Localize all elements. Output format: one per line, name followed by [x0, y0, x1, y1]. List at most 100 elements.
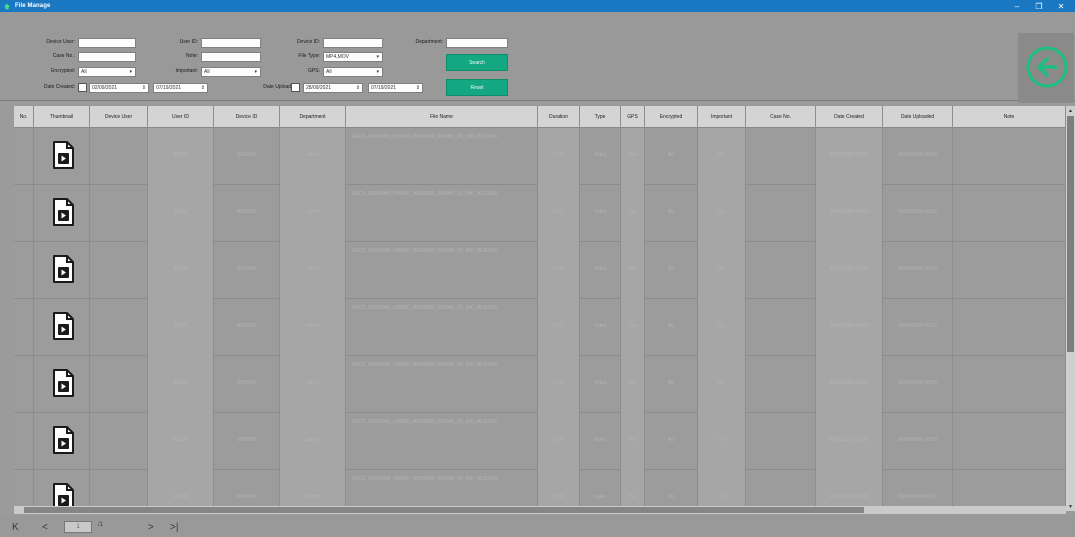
column-header[interactable]: Important — [698, 106, 746, 128]
video-file-icon[interactable] — [52, 312, 74, 340]
column-header[interactable]: No. — [14, 106, 34, 128]
table-cell: No — [645, 356, 698, 413]
table-cell — [90, 128, 148, 185]
important-text: 0.0 — [718, 494, 725, 500]
table-cell — [90, 413, 148, 470]
table-cell: 0:00 — [538, 242, 580, 299]
gps-text: Yes — [628, 380, 637, 386]
user-id-input[interactable] — [201, 38, 261, 48]
video-file-icon[interactable] — [52, 369, 74, 397]
department-text: admin — [305, 266, 320, 272]
column-header[interactable]: User ID — [148, 106, 214, 128]
table-cell: No — [645, 242, 698, 299]
table-cell: 0:00 — [538, 185, 580, 242]
first-page-button[interactable]: K — [12, 520, 19, 534]
table-row[interactable]: 00000 0000000 admin REC0_00000000_000000_00… — [14, 413, 1066, 470]
table-row[interactable]: 00000 0000000 admin REC0_00000000_000000_00… — [14, 242, 1066, 299]
table-cell: Yes — [621, 128, 645, 185]
table-cell: admin — [280, 242, 346, 299]
gps-text: Yes — [628, 152, 637, 158]
column-header[interactable]: Device ID — [214, 106, 280, 128]
back-button[interactable] — [1018, 33, 1074, 103]
video-file-icon[interactable] — [52, 426, 74, 454]
table-row[interactable]: 00000 0000000 admin REC0_00000000_000000_00… — [14, 128, 1066, 185]
table-cell: admin — [280, 128, 346, 185]
horizontal-scrollbar[interactable] — [14, 506, 1066, 514]
gps-select[interactable]: All ▾ — [323, 67, 383, 77]
horizontal-scroll-thumb[interactable] — [24, 507, 864, 513]
date-uploaded-to-picker[interactable]: 07/19/2021 ⇕ — [368, 83, 423, 93]
table-cell: REC0_00000000_000000_00000000_000000_00_… — [346, 128, 538, 185]
date-uploaded-from-picker[interactable]: 28/09/2021 ⇕ — [303, 83, 363, 93]
vertical-scrollbar[interactable]: ▲ ▼ — [1066, 106, 1075, 511]
gps-text: Yes — [628, 494, 637, 500]
maximize-button[interactable]: ❐ — [1030, 0, 1048, 12]
search-button[interactable]: Search — [446, 54, 508, 71]
table-cell: Yes — [621, 242, 645, 299]
last-page-button[interactable]: >| — [170, 520, 178, 534]
column-header[interactable]: File Name — [346, 106, 538, 128]
scroll-down-arrow-icon[interactable]: ▼ — [1066, 502, 1075, 511]
encrypted-select[interactable]: All ▾ — [78, 67, 136, 77]
column-header[interactable]: Device User — [90, 106, 148, 128]
table-cell: 0000000 — [214, 413, 280, 470]
table-row[interactable]: 00000 0000000 admin REC0_00000000_000000_00… — [14, 185, 1066, 242]
prev-page-button[interactable]: < — [42, 520, 48, 534]
column-header[interactable]: Thumbnail — [34, 106, 90, 128]
grid-body: 00000 0000000 admin REC0_00000000_000000_00… — [14, 128, 1066, 511]
device-user-input[interactable] — [78, 38, 136, 48]
page-number-input[interactable]: 1 — [64, 521, 92, 533]
column-header[interactable]: Case No. — [746, 106, 816, 128]
spinner-icon: ⇕ — [415, 85, 420, 91]
column-header[interactable]: Date Uploaded — [883, 106, 953, 128]
column-header[interactable]: Date Created — [816, 106, 883, 128]
department-input[interactable] — [446, 38, 508, 48]
minimize-button[interactable]: – — [1008, 0, 1026, 12]
date-created-text: 00/00/0000 00:00 — [829, 209, 869, 215]
scroll-up-arrow-icon[interactable]: ▲ — [1066, 106, 1075, 115]
column-header[interactable]: Department — [280, 106, 346, 128]
vertical-scroll-thumb[interactable] — [1067, 116, 1074, 352]
column-header[interactable]: Type — [580, 106, 621, 128]
date-uploaded-checkbox[interactable] — [291, 83, 300, 92]
file-type-select[interactable]: MP4,MOV ▾ — [323, 52, 383, 62]
table-cell: Video — [580, 470, 621, 511]
table-cell: 00000 — [148, 299, 214, 356]
video-file-icon[interactable] — [52, 141, 74, 169]
date-created-checkbox[interactable] — [78, 83, 87, 92]
column-header[interactable]: Note — [953, 106, 1066, 128]
date-created-from-picker[interactable]: 02/09/2021 ⇕ — [89, 83, 149, 93]
table-row[interactable]: 00000 0000000 admin REC0_00000000_000000_00… — [14, 470, 1066, 511]
important-select[interactable]: All ▾ — [201, 67, 261, 77]
column-header[interactable]: Encrypted — [645, 106, 698, 128]
table-cell: Video — [580, 185, 621, 242]
file-name-text: REC0_00000000_000000_00000000_000000_00_… — [352, 134, 498, 140]
table-cell — [953, 299, 1066, 356]
close-button[interactable]: ✕ — [1052, 0, 1070, 12]
table-row[interactable]: 00000 0000000 admin REC0_00000000_000000_00… — [14, 299, 1066, 356]
table-cell: admin — [280, 299, 346, 356]
date-uploaded-text: 00/00/0000 00:00 — [898, 266, 937, 272]
reset-button[interactable]: Reset — [446, 79, 508, 96]
case-no-label: Case No.: — [52, 53, 75, 59]
table-cell: 00/00/0000 00:00 — [816, 470, 883, 511]
video-file-icon[interactable] — [52, 198, 74, 226]
column-header[interactable]: GPS — [621, 106, 645, 128]
table-cell — [34, 128, 90, 185]
table-row[interactable]: 00000 0000000 admin REC0_00000000_000000_00… — [14, 356, 1066, 413]
chevron-down-icon: ▾ — [376, 54, 379, 60]
video-file-icon[interactable] — [52, 255, 74, 283]
important-text: 0.0 — [718, 152, 725, 158]
chevron-down-icon: ▾ — [129, 69, 132, 75]
date-created-to-picker[interactable]: 07/19/2021 ⇕ — [153, 83, 208, 93]
note-input[interactable] — [201, 52, 261, 62]
table-cell — [34, 356, 90, 413]
table-cell — [14, 242, 34, 299]
case-no-input[interactable] — [78, 52, 136, 62]
column-header[interactable]: Duration — [538, 106, 580, 128]
device-id-input[interactable] — [323, 38, 383, 48]
table-cell — [746, 470, 816, 511]
next-page-button[interactable]: > — [148, 520, 154, 534]
table-cell — [953, 128, 1066, 185]
table-cell: Video — [580, 299, 621, 356]
